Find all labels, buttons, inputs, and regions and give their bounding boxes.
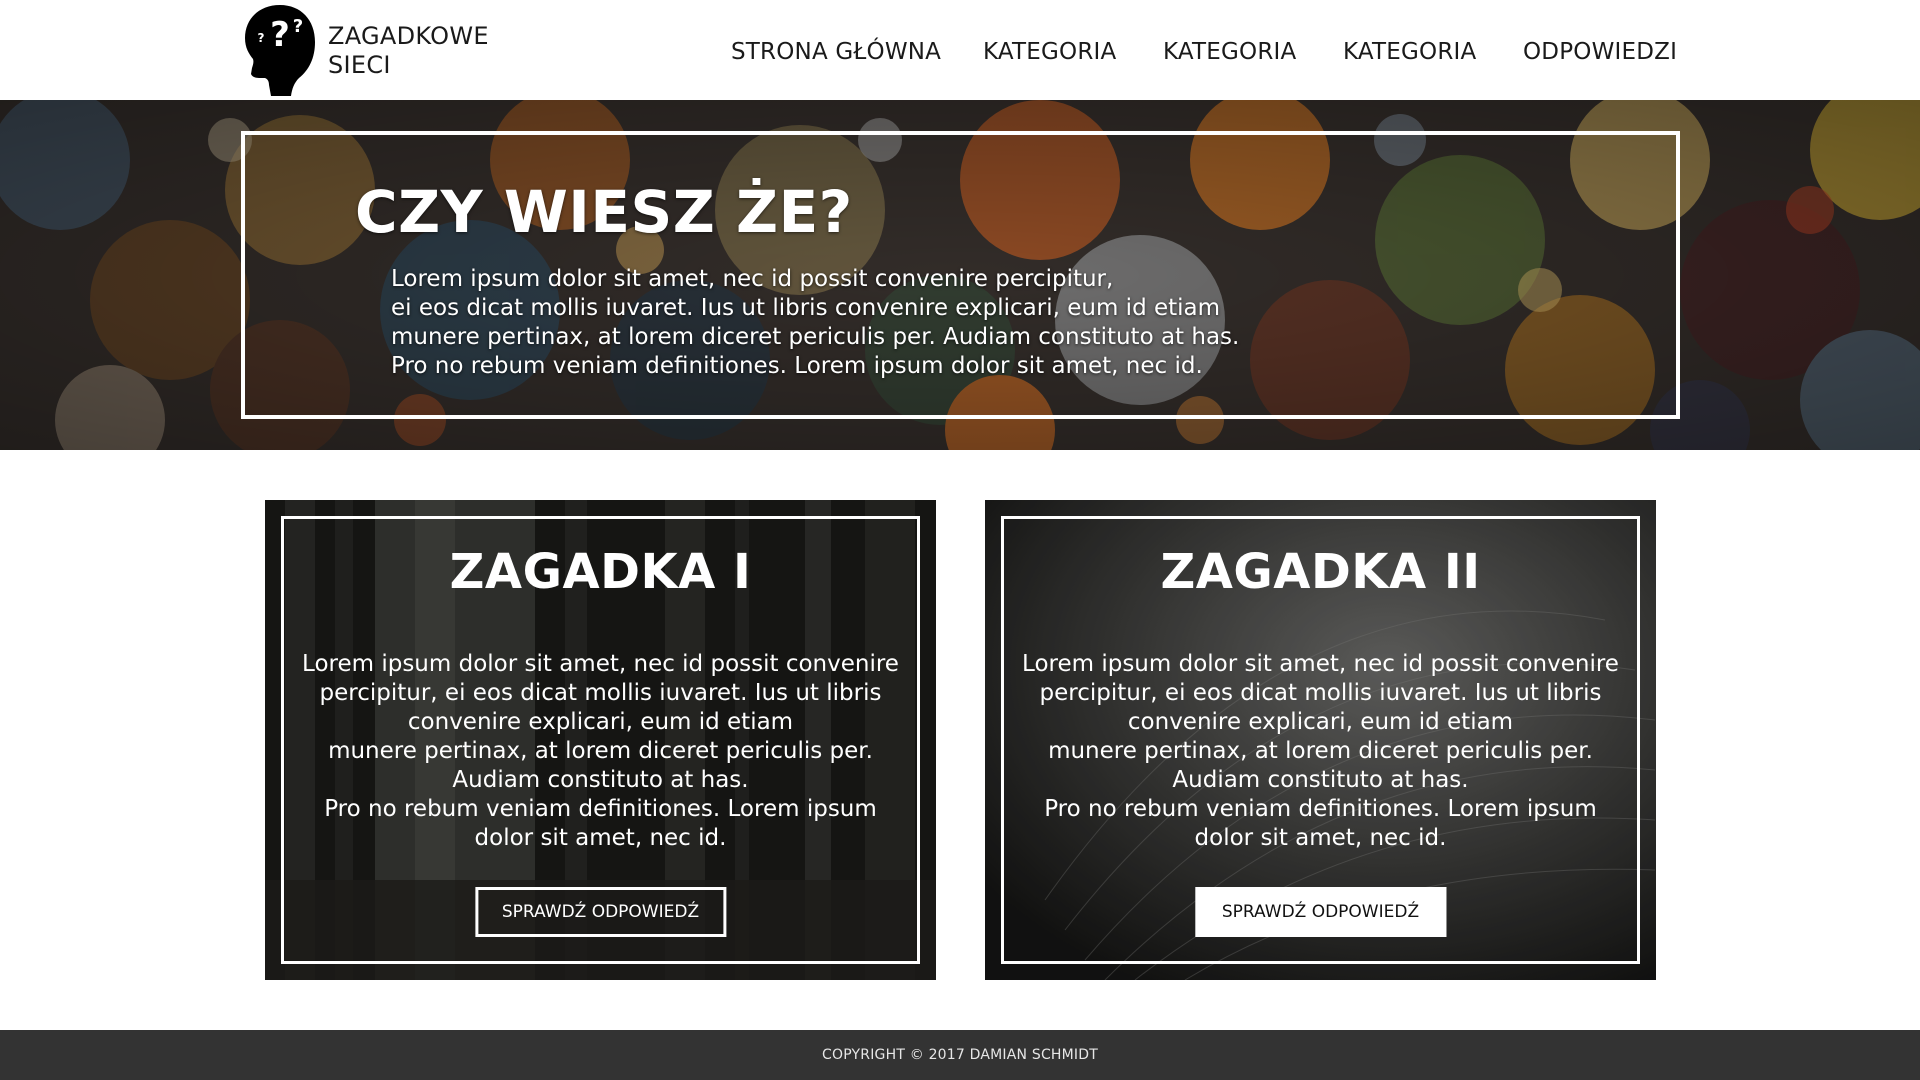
card-line: dolor sit amet, nec id. (1194, 825, 1447, 851)
card-line: convenire explicari, eum id etiam (1127, 709, 1514, 735)
main-menu: STRONA GŁÓWNA KATEGORIA KATEGORIA KATEGO… (0, 36, 1920, 68)
card-line: dolor sit amet, nec id. (474, 825, 727, 851)
check-answer-button[interactable]: SPRAWDŹ ODPOWIEDŹ (1194, 887, 1447, 937)
card-line: Lorem ipsum dolor sit amet, nec id possi… (1022, 651, 1619, 677)
hero-line: Pro no rebum veniam definitiones. Lorem … (391, 353, 1203, 379)
hero-banner: CZY WIESZ ŻE? Lorem ipsum dolor sit amet… (0, 100, 1920, 450)
card-title: ZAGADKA II (1160, 544, 1481, 600)
copyright-text: COPYRIGHT © 2017 DAMIAN SCHMIDT (822, 1047, 1098, 1063)
menu-item-home[interactable]: STRONA GŁÓWNA (731, 36, 941, 68)
svg-text:?: ? (293, 16, 303, 37)
card-line: Lorem ipsum dolor sit amet, nec id possi… (302, 651, 899, 677)
menu-item-category-2[interactable]: KATEGORIA (1163, 36, 1296, 68)
card-line: Audiam constituto at has. (1172, 767, 1469, 793)
hero-title: CZY WIESZ ŻE? (355, 178, 853, 246)
site-footer: COPYRIGHT © 2017 DAMIAN SCHMIDT (0, 1030, 1920, 1080)
riddle-card-1: ZAGADKA I Lorem ipsum dolor sit amet, ne… (265, 500, 936, 980)
menu-item-answers[interactable]: ODPOWIEDZI (1523, 36, 1677, 68)
card-line: percipitur, ei eos dicat mollis iuvaret.… (1039, 680, 1602, 706)
hero-line: ei eos dicat mollis iuvaret. Ius ut libr… (391, 295, 1221, 321)
card-description: Lorem ipsum dolor sit amet, nec id possi… (985, 650, 1656, 853)
check-answer-button[interactable]: SPRAWDŹ ODPOWIEDŹ (474, 887, 727, 937)
hero-line: Lorem ipsum dolor sit amet, nec id possi… (391, 266, 1114, 292)
hero-description: Lorem ipsum dolor sit amet, nec id possi… (391, 265, 1291, 381)
card-line: munere pertinax, at lorem diceret pericu… (1048, 738, 1593, 764)
card-title: ZAGADKA I (449, 544, 752, 600)
site-header: ? ? ? ZAGADKOWE SIECI STRONA GŁÓWNA KATE… (0, 0, 1920, 100)
card-line: Audiam constituto at has. (452, 767, 749, 793)
menu-item-category-1[interactable]: KATEGORIA (983, 36, 1116, 68)
hero-line: munere pertinax, at lorem diceret pericu… (391, 324, 1240, 350)
hero-frame: CZY WIESZ ŻE? Lorem ipsum dolor sit amet… (241, 131, 1680, 419)
card-line: convenire explicari, eum id etiam (407, 709, 794, 735)
card-line: Pro no rebum veniam definitiones. Lorem … (1044, 796, 1597, 822)
card-line: munere pertinax, at lorem diceret pericu… (328, 738, 873, 764)
card-description: Lorem ipsum dolor sit amet, nec id possi… (265, 650, 936, 853)
card-line: Pro no rebum veniam definitiones. Lorem … (324, 796, 877, 822)
menu-item-category-3[interactable]: KATEGORIA (1343, 36, 1476, 68)
card-line: percipitur, ei eos dicat mollis iuvaret.… (319, 680, 882, 706)
riddle-card-2: ZAGADKA II Lorem ipsum dolor sit amet, n… (985, 500, 1656, 980)
